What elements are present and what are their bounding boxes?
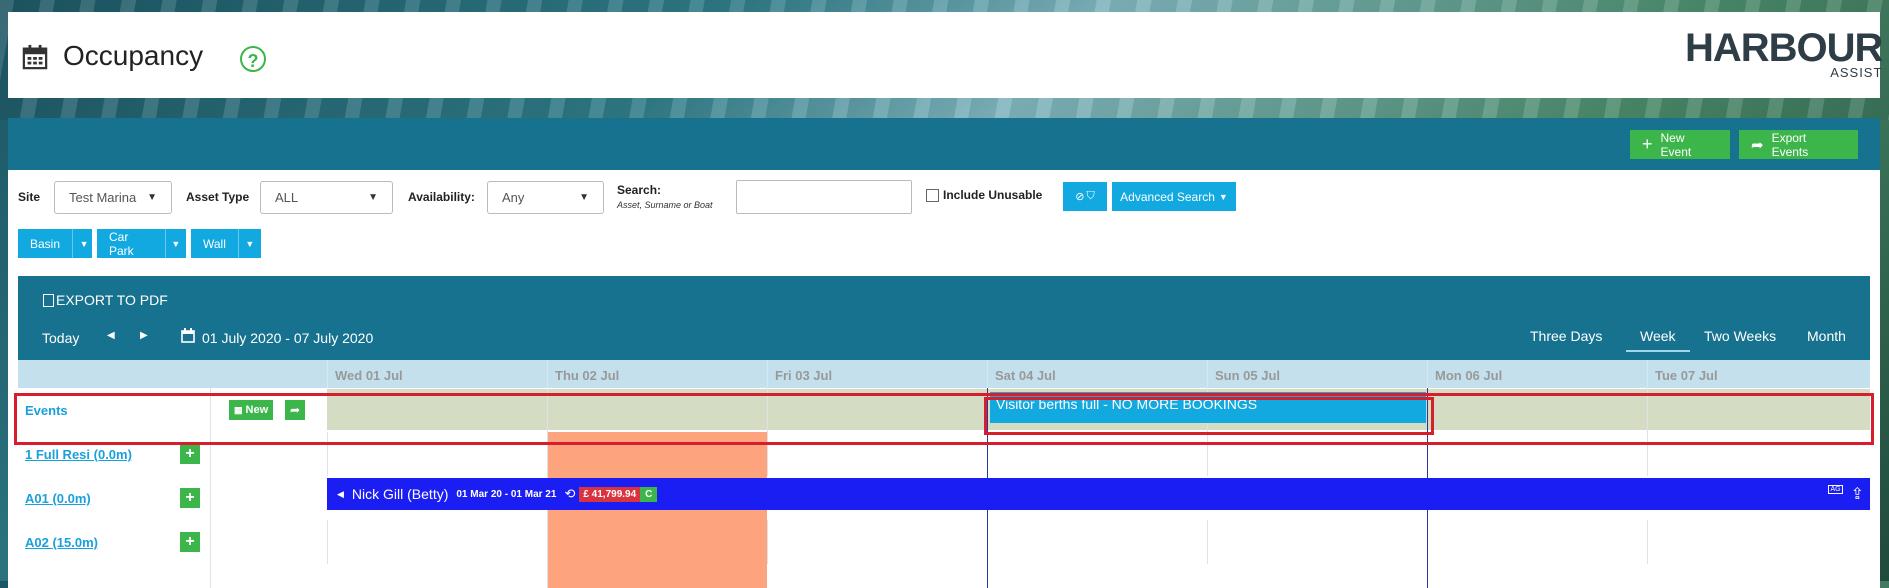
day-header: Sat 04 Jul: [987, 360, 1207, 388]
prev-arrow-icon[interactable]: ◀: [107, 330, 115, 341]
add-booking-button[interactable]: +: [180, 488, 200, 508]
asset-link[interactable]: A01 (0.0m): [25, 491, 91, 506]
availability-label: Availability:: [408, 190, 475, 204]
asset-row: A02 (15.0m) +: [18, 520, 1870, 565]
advanced-search-button[interactable]: Advanced Search ▼: [1112, 182, 1236, 211]
search-hint: Asset, Surname or Boat: [617, 200, 713, 210]
status-badge: C: [640, 486, 658, 502]
boat-shield-icon: ⇪: [1850, 486, 1864, 503]
harbour-assist-logo: HARBOUR ASSIST: [1685, 26, 1883, 80]
day-cell: [1207, 520, 1427, 564]
caret-down-icon[interactable]: ▼: [237, 229, 261, 258]
view-month[interactable]: Month: [1807, 328, 1846, 344]
booking-bar[interactable]: ◀ Nick Gill (Betty) 01 Mar 20 - 01 Mar 2…: [327, 478, 1870, 510]
day-cell-highlight: [547, 520, 767, 564]
view-three-days[interactable]: Three Days: [1530, 328, 1602, 344]
day-cell: [1647, 520, 1870, 564]
day-divider: [1427, 564, 1428, 588]
asset-type-label: Asset Type: [186, 190, 250, 204]
asset-type-select[interactable]: ALL ▼: [260, 181, 393, 214]
day-divider: [987, 564, 988, 588]
event-banner-highlight: [984, 397, 1434, 435]
site-label: Site: [18, 190, 41, 204]
chevron-down-icon: ▼: [147, 192, 157, 203]
ag-badge: AG: [1828, 484, 1843, 494]
page-title: Occupancy: [63, 40, 204, 71]
panel-toolbar: + New Event ➦ Export Events: [8, 118, 1880, 170]
chevron-down-icon: ▼: [579, 192, 589, 203]
left-arrow-icon: ◀: [337, 488, 344, 499]
new-event-button[interactable]: + New Event: [1630, 130, 1730, 159]
view-week[interactable]: Week: [1626, 328, 1690, 352]
day-header: Sun 05 Jul: [1207, 360, 1427, 388]
basin-group-button[interactable]: Basin ▼: [18, 229, 92, 258]
day-header-row: Wed 01 Jul Thu 02 Jul Fri 03 Jul Sat 04 …: [18, 360, 1870, 388]
row-continuation: [18, 564, 1870, 588]
filter-icon: ⛉: [1086, 190, 1095, 202]
day-header: Mon 06 Jul: [1427, 360, 1647, 388]
page-header: [8, 12, 1880, 98]
asset-row: A01 (0.0m) + ◀ Nick Gill (Betty) 01 Mar …: [18, 476, 1870, 521]
chevron-down-icon: ▼: [1218, 191, 1228, 202]
search-input[interactable]: [736, 180, 912, 214]
date-range[interactable]: 01 July 2020 - 07 July 2020: [202, 330, 373, 346]
caret-down-icon[interactable]: ▼: [164, 229, 186, 258]
checkbox[interactable]: [926, 188, 939, 202]
main-panel: + New Event ➦ Export Events Site Test Ma…: [8, 118, 1880, 588]
pdf-icon: [43, 293, 54, 307]
view-two-weeks[interactable]: Two Weeks: [1704, 328, 1776, 344]
row-actions-cell: [210, 476, 327, 520]
day-header: Tue 07 Jul: [1647, 360, 1870, 388]
chevron-down-icon: ▼: [368, 192, 378, 203]
next-arrow-icon[interactable]: ▶: [140, 330, 148, 341]
events-row-highlight: [14, 393, 1874, 445]
day-cell: [767, 520, 987, 564]
day-header: Thu 02 Jul: [547, 360, 767, 388]
calendar-header: EXPORT TO PDF Today ◀ ▶ 01 July 2020 - 0…: [18, 276, 1870, 360]
day-header: Wed 01 Jul: [327, 360, 547, 388]
amount-badge: £ 41,799.94: [579, 486, 641, 502]
site-select[interactable]: Test Marina ▼: [54, 181, 172, 214]
export-events-button[interactable]: ➦ Export Events: [1739, 130, 1858, 159]
calendar-icon: [22, 44, 48, 70]
day-cell: [987, 520, 1207, 564]
row-actions-cell: [210, 520, 327, 564]
day-cell-highlight: [547, 564, 767, 588]
day-cell: [327, 520, 547, 564]
add-booking-button[interactable]: +: [180, 444, 200, 464]
clear-filter-button[interactable]: ⊘ ⛉: [1063, 182, 1107, 211]
day-cell: [1427, 520, 1647, 564]
calendar-icon: [181, 328, 195, 343]
add-booking-button[interactable]: +: [180, 532, 200, 552]
today-button[interactable]: Today: [42, 330, 79, 346]
asset-link[interactable]: A02 (15.0m): [25, 535, 98, 550]
share-icon: ➦: [1751, 136, 1764, 154]
repeat-icon: ⟲: [564, 486, 576, 501]
clear-icon: ⊘: [1075, 191, 1085, 203]
car-park-group-button[interactable]: Car Park ▼: [97, 229, 186, 258]
availability-select[interactable]: Any ▼: [487, 181, 604, 214]
search-label: Search:: [617, 183, 662, 197]
caret-down-icon[interactable]: ▼: [72, 229, 95, 258]
asset-link[interactable]: 1 Full Resi (0.0m): [25, 447, 132, 462]
row-actions-cell: [210, 564, 327, 588]
help-icon[interactable]: ?: [240, 46, 266, 72]
wall-group-button[interactable]: Wall ▼: [191, 229, 261, 258]
plus-icon: +: [1642, 134, 1653, 154]
export-pdf-button[interactable]: EXPORT TO PDF: [43, 292, 168, 308]
include-unusable-toggle[interactable]: Include Unusable: [926, 188, 1042, 202]
day-header: Fri 03 Jul: [767, 360, 987, 388]
